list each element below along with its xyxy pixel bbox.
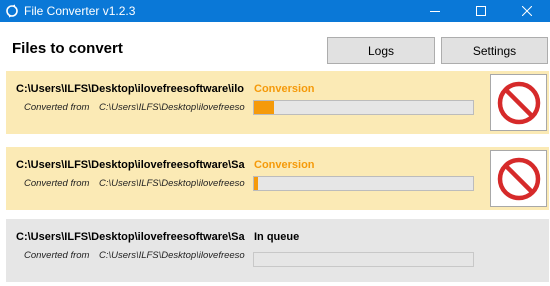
job-source-path: C:\Users\ILFS\Desktop\ilovefreeso bbox=[99, 250, 245, 261]
close-button[interactable] bbox=[504, 0, 550, 22]
cancel-conversion-button[interactable] bbox=[490, 150, 547, 207]
job-source-label: Converted from bbox=[24, 178, 90, 189]
maximize-icon bbox=[476, 6, 486, 16]
minimize-button[interactable] bbox=[412, 0, 458, 22]
job-source-label: Converted from bbox=[24, 250, 90, 261]
conversion-job: C:\Users\ILFS\Desktop\ilovefreesoftware\… bbox=[6, 219, 549, 282]
maximize-button[interactable] bbox=[458, 0, 504, 22]
job-status: In queue bbox=[254, 231, 300, 243]
title-bar[interactable]: File Converter v1.2.3 bbox=[0, 0, 550, 22]
job-progress-bar bbox=[253, 100, 474, 115]
logs-button[interactable]: Logs bbox=[327, 37, 435, 64]
job-status: Conversion bbox=[254, 83, 315, 95]
job-status: Conversion bbox=[254, 159, 315, 171]
cancel-icon bbox=[497, 157, 540, 200]
settings-button[interactable]: Settings bbox=[441, 37, 548, 64]
cancel-icon bbox=[497, 81, 540, 124]
job-output-path: C:\Users\ILFS\Desktop\ilovefreesoftware\… bbox=[16, 231, 245, 243]
conversion-job: C:\Users\ILFS\Desktop\ilovefreesoftware\… bbox=[6, 71, 549, 134]
job-source-label: Converted from bbox=[24, 102, 90, 113]
job-progress-bar bbox=[253, 252, 474, 267]
minimize-icon bbox=[430, 11, 440, 12]
job-source-path: C:\Users\ILFS\Desktop\ilovefreeso bbox=[99, 178, 245, 189]
page-title: Files to convert bbox=[12, 40, 123, 57]
job-output-path: C:\Users\ILFS\Desktop\ilovefreesoftware\… bbox=[16, 83, 245, 95]
window-title: File Converter v1.2.3 bbox=[24, 4, 136, 18]
job-progress-fill bbox=[254, 101, 274, 114]
conversion-job: C:\Users\ILFS\Desktop\ilovefreesoftware\… bbox=[6, 147, 549, 210]
app-icon bbox=[6, 4, 18, 18]
cancel-conversion-button[interactable] bbox=[490, 74, 547, 131]
job-output-path: C:\Users\ILFS\Desktop\ilovefreesoftware\… bbox=[16, 159, 245, 171]
job-progress-fill bbox=[254, 177, 259, 190]
job-progress-bar bbox=[253, 176, 474, 191]
job-source-path: C:\Users\ILFS\Desktop\ilovefreeso bbox=[99, 102, 245, 113]
close-icon bbox=[522, 6, 532, 16]
